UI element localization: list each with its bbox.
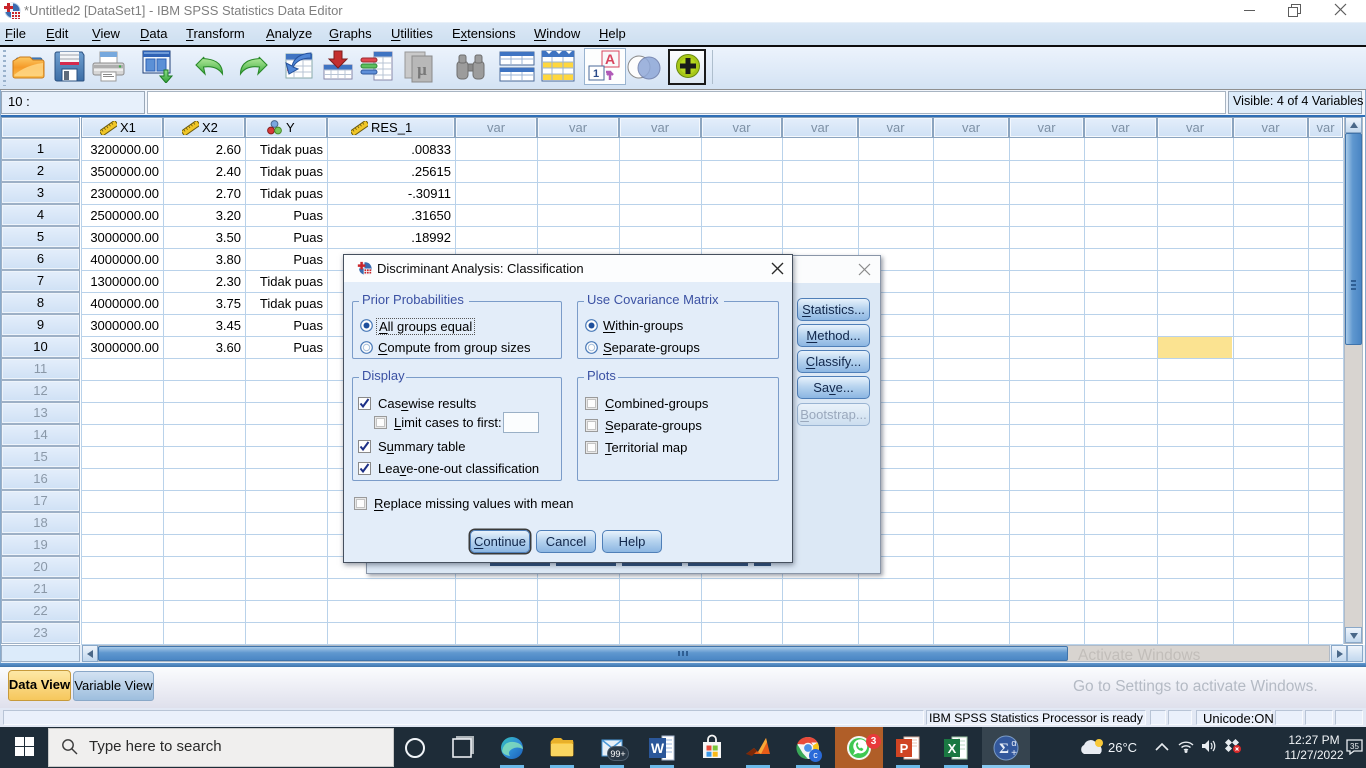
svg-text:P: P — [900, 741, 909, 756]
svg-text:α: α — [1011, 738, 1016, 748]
svg-text:1: 1 — [593, 68, 599, 80]
svg-text:Σ: Σ — [999, 741, 1009, 757]
svg-text:W: W — [651, 740, 665, 756]
svg-text:X: X — [948, 741, 957, 756]
svg-text:+: + — [1011, 748, 1017, 759]
svg-text:35: 35 — [1350, 742, 1359, 751]
svg-text:μ: μ — [417, 60, 427, 79]
svg-text:A: A — [605, 51, 615, 67]
